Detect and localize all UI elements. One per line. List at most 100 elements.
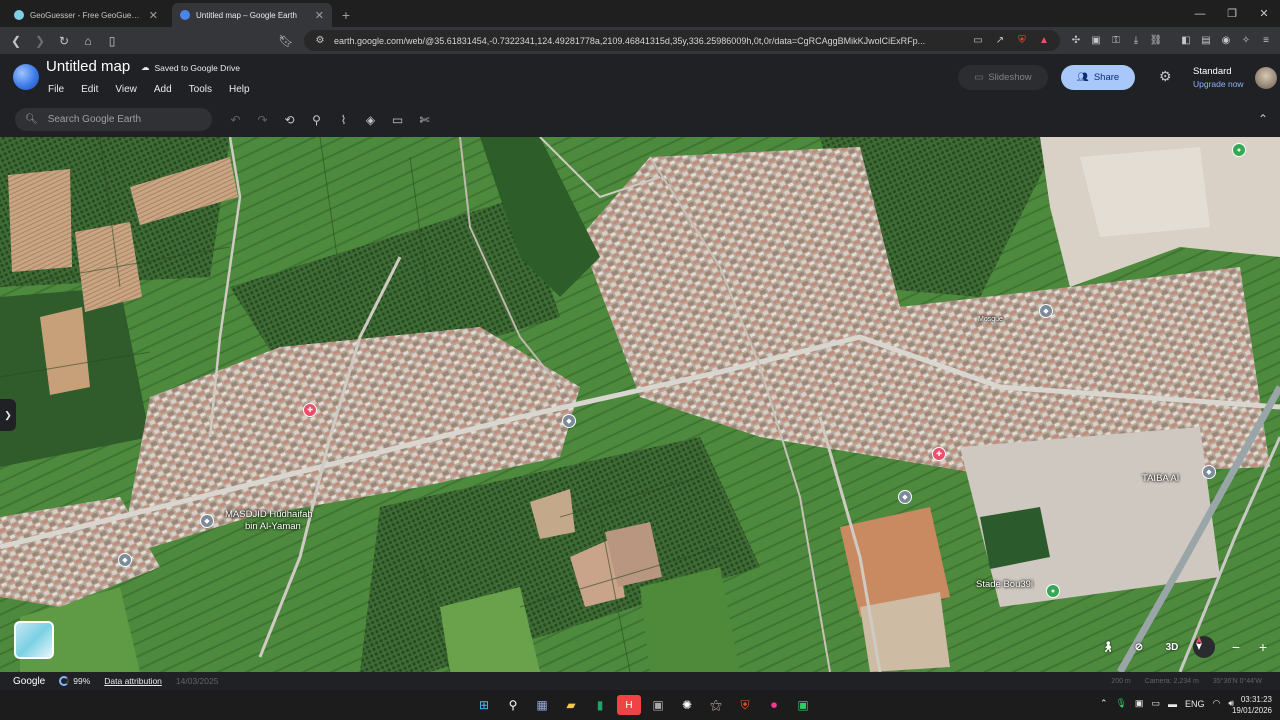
park-pin-icon[interactable]: ● bbox=[1232, 143, 1246, 157]
pegman-icon[interactable]: 🚶︎ bbox=[1098, 635, 1118, 659]
menu-add[interactable]: Add bbox=[154, 84, 180, 95]
map-label-stadium[interactable]: Stade Bou39i bbox=[976, 580, 1033, 590]
brave-rewards-icon[interactable]: ▲ bbox=[1036, 33, 1052, 49]
tab-geoguesser[interactable]: GeoGuesser - Free GeoGuessr Alt... ✕ bbox=[6, 3, 166, 27]
redo-icon[interactable]: ↷ bbox=[249, 110, 276, 130]
h-app-icon[interactable]: H bbox=[617, 695, 641, 715]
brave-browser-icon[interactable]: ⛨ bbox=[733, 695, 757, 715]
data-attribution-link[interactable]: Data attribution bbox=[104, 676, 162, 686]
zoom-in-button[interactable]: + bbox=[1253, 637, 1273, 657]
project-title[interactable]: Untitled map bbox=[46, 58, 130, 75]
link-icon[interactable]: ⛓ bbox=[1148, 33, 1164, 49]
reload-icon[interactable]: ↻ bbox=[54, 31, 74, 51]
brave-shield-icon[interactable]: ⛨ bbox=[1014, 33, 1030, 49]
undo-icon[interactable]: ↶ bbox=[222, 110, 249, 130]
zoom-out-button[interactable]: − bbox=[1226, 637, 1246, 657]
screenshot-icon[interactable]: ▣ bbox=[1088, 33, 1104, 49]
map-label-mosque[interactable]: Mosque bbox=[978, 315, 1003, 325]
extensions-icon[interactable]: ✣ bbox=[1068, 33, 1084, 49]
draw-path-icon[interactable]: ⌇ bbox=[330, 110, 357, 130]
taskbar-clock[interactable]: 03:31:23 19/01/2026 bbox=[1232, 694, 1272, 716]
chat-app-icon[interactable]: ▣ bbox=[791, 695, 815, 715]
maximize-icon[interactable]: ❐ bbox=[1216, 0, 1248, 27]
measure-icon[interactable]: ▭ bbox=[384, 110, 411, 130]
sheets-app-icon[interactable]: ▮ bbox=[588, 695, 612, 715]
menu-help[interactable]: Help bbox=[229, 84, 258, 95]
map-label-taiba[interactable]: TAIBA AI bbox=[1142, 474, 1179, 484]
search-input[interactable]: 🔍︎ Search Google Earth bbox=[15, 108, 212, 131]
layers-icon[interactable]: ◈ bbox=[357, 110, 384, 130]
media-app-icon[interactable]: ▣ bbox=[646, 695, 670, 715]
share-page-icon[interactable]: ↗ bbox=[992, 33, 1008, 49]
stadium-pin-icon[interactable]: ● bbox=[1046, 584, 1060, 598]
expand-panel-icon[interactable]: ❯ bbox=[0, 399, 16, 431]
battery-icon[interactable]: ▬ bbox=[1168, 699, 1177, 709]
landmark-pin-icon[interactable]: ◆ bbox=[118, 553, 132, 567]
account-avatar[interactable] bbox=[1255, 67, 1277, 89]
bookmark-icon[interactable]: 🔖︎ bbox=[276, 31, 296, 51]
sidebar-toggle-icon[interactable]: ◧ bbox=[1178, 33, 1194, 49]
back-icon[interactable]: ❮ bbox=[6, 31, 26, 51]
language-indicator[interactable]: ENG bbox=[1185, 699, 1205, 709]
profile-icon[interactable]: ◉ bbox=[1218, 33, 1234, 49]
chatgpt-icon[interactable]: ✺ bbox=[675, 695, 699, 715]
close-tab-icon[interactable]: ✕ bbox=[149, 9, 158, 22]
coordinates: 35°36'N 0°44'W bbox=[1212, 677, 1262, 685]
school-pin-icon[interactable]: ◆ bbox=[1202, 465, 1216, 479]
wifi-icon[interactable]: ◠ bbox=[1212, 698, 1220, 709]
share-button[interactable]: 👥︎ Share bbox=[1061, 65, 1135, 90]
clinic-pin-icon[interactable]: ✚ bbox=[932, 447, 946, 461]
mosque-pin-icon[interactable]: ◆ bbox=[898, 490, 912, 504]
landmark-pin-icon[interactable]: ◆ bbox=[562, 414, 576, 428]
sidebar-icon[interactable]: ▯ bbox=[102, 31, 122, 51]
random-location-icon[interactable]: ✄ bbox=[411, 110, 438, 130]
map-label-masjid[interactable]: MASDJID Hudhaifah bbox=[225, 510, 313, 520]
menu-icon[interactable]: ≡ bbox=[1258, 33, 1274, 49]
hospital-pin-icon[interactable]: ✚ bbox=[303, 403, 317, 417]
new-tab-button[interactable]: + bbox=[336, 3, 356, 27]
upgrade-link[interactable]: Upgrade now bbox=[1193, 79, 1244, 89]
mosque-pin-icon[interactable]: ◆ bbox=[200, 514, 214, 528]
cast-icon[interactable]: ▭ bbox=[970, 33, 986, 49]
satellite-map[interactable]: Mosque ◆ ● ✚ ◆ ✚ ◆ ◆ TAIBA AI ◆ MASDJID … bbox=[0, 137, 1280, 672]
wallet-icon[interactable]: ▤ bbox=[1198, 33, 1214, 49]
history-icon[interactable]: ⟲ bbox=[276, 110, 303, 130]
windows-start-icon[interactable]: ⊞ bbox=[472, 695, 496, 715]
menu-file[interactable]: File bbox=[48, 84, 72, 95]
hide-3d-icon[interactable]: ⊘ bbox=[1129, 635, 1149, 659]
mosque-pin-icon[interactable]: ◆ bbox=[1039, 304, 1053, 318]
close-tab-icon[interactable]: ✕ bbox=[315, 9, 324, 22]
display-icon[interactable]: ▭ bbox=[1151, 698, 1160, 709]
compass-icon[interactable] bbox=[1193, 636, 1215, 658]
scale-bar[interactable]: 200 m bbox=[1111, 678, 1130, 685]
leo-ai-icon[interactable]: ✧ bbox=[1238, 33, 1254, 49]
menu-tools[interactable]: Tools bbox=[189, 84, 220, 95]
map-label-masjid-sub[interactable]: bin Al-Yaman bbox=[245, 522, 301, 532]
download-icon[interactable]: ⤓ bbox=[1128, 33, 1144, 49]
close-window-icon[interactable]: ✕ bbox=[1248, 0, 1280, 27]
slideshow-button[interactable]: ▭ Slideshow bbox=[958, 65, 1048, 90]
tab-google-earth[interactable]: Untitled map – Google Earth ✕ bbox=[172, 3, 332, 27]
forward-icon[interactable]: ❯ bbox=[30, 31, 50, 51]
add-placemark-icon[interactable]: ⚲ bbox=[303, 110, 330, 130]
map-style-thumbnail[interactable] bbox=[14, 621, 54, 659]
site-settings-icon[interactable]: ⚙︎ bbox=[312, 33, 328, 49]
calendar-app-icon[interactable]: ▦ bbox=[530, 695, 554, 715]
podcast-app-icon[interactable]: ⏺ bbox=[762, 695, 786, 715]
google-earth-logo-icon[interactable] bbox=[13, 64, 39, 90]
file-explorer-icon[interactable]: ▰ bbox=[559, 695, 583, 715]
search-icon[interactable]: ⚲ bbox=[501, 695, 525, 715]
password-icon[interactable]: ⚿ bbox=[1108, 33, 1124, 49]
microphone-icon[interactable]: 🎙︎ bbox=[1115, 698, 1126, 709]
show-hidden-icons-icon[interactable]: ⌃ bbox=[1100, 698, 1108, 709]
tray-app-icon[interactable]: ▣ bbox=[1135, 698, 1144, 709]
address-bar[interactable]: ⚙︎ earth.google.com/web/@35.61831454,-0.… bbox=[304, 30, 1060, 51]
minimize-icon[interactable]: — bbox=[1184, 0, 1216, 27]
menu-view[interactable]: View bbox=[115, 84, 145, 95]
toggle-3d-button[interactable]: 3D bbox=[1160, 635, 1184, 659]
app-icon[interactable]: ⚝ bbox=[704, 695, 728, 715]
settings-gear-icon[interactable]: ⚙ bbox=[1159, 68, 1172, 85]
collapse-toolbar-icon[interactable]: ⌃ bbox=[1258, 112, 1268, 126]
home-icon[interactable]: ⌂ bbox=[78, 31, 98, 51]
menu-edit[interactable]: Edit bbox=[81, 84, 106, 95]
